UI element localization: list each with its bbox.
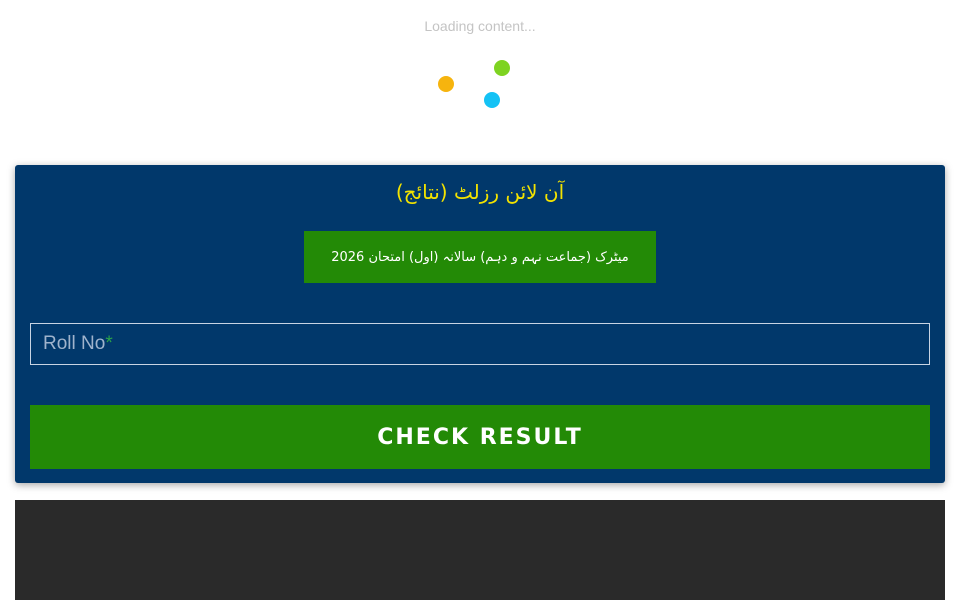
blue-dot xyxy=(484,92,500,108)
green-dot xyxy=(494,60,510,76)
card-title: آن لائن رزلٹ (نتائج) xyxy=(395,180,565,204)
dark-panel xyxy=(15,500,945,600)
exam-label: میٹرک (جماعت نہم و دہم) سالانہ (اول) امت… xyxy=(331,249,629,265)
roll-no-input[interactable]: Roll No * xyxy=(30,323,930,365)
loading-text: Loading content... xyxy=(424,18,536,34)
yellow-dot xyxy=(438,76,454,92)
required-mark: * xyxy=(105,333,113,354)
check-result-button[interactable]: CHECK RESULT xyxy=(30,405,930,469)
loading-indicator: Loading content... xyxy=(0,0,960,150)
exam-badge: میٹرک (جماعت نہم و دہم) سالانہ (اول) امت… xyxy=(304,231,656,283)
roll-no-placeholder: Roll No xyxy=(43,333,106,354)
